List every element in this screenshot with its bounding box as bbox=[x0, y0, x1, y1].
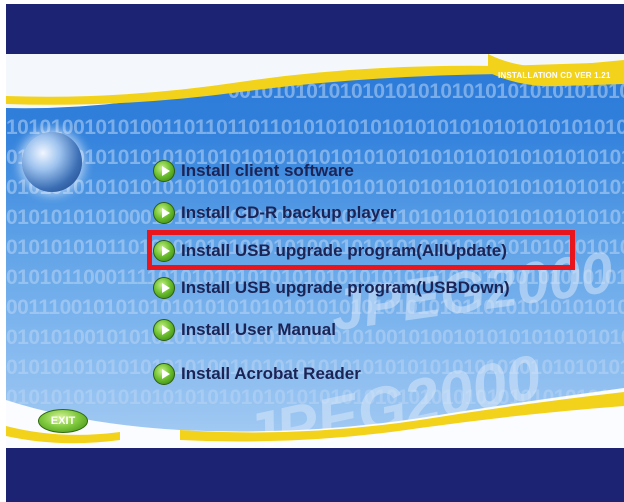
menu-item-install-acrobat-reader[interactable]: Install Acrobat Reader bbox=[153, 361, 361, 387]
play-arrow-icon[interactable] bbox=[153, 319, 175, 341]
selection-highlight bbox=[147, 230, 575, 270]
play-arrow-icon[interactable] bbox=[153, 277, 175, 299]
menu-item-install-client-software[interactable]: Install client software bbox=[153, 158, 354, 184]
play-arrow-icon[interactable] bbox=[153, 160, 175, 182]
menu-item-label: Install client software bbox=[181, 161, 354, 180]
globe-icon bbox=[22, 132, 82, 192]
menu-item-install-cdr-backup-player[interactable]: Install CD-R backup player bbox=[153, 200, 396, 226]
exit-button[interactable]: EXIT bbox=[38, 409, 88, 433]
version-label: INSTALLATION CD VER 1.21 bbox=[498, 71, 611, 80]
menu-item-label: Install USB upgrade program(USBDown) bbox=[181, 278, 510, 297]
installer-window: 0010101010101010101010101010101010101010… bbox=[0, 0, 624, 502]
menu-item-install-user-manual[interactable]: Install User Manual bbox=[153, 317, 336, 343]
menu-item-install-usb-upgrade-usbdown[interactable]: Install USB upgrade program(USBDown) bbox=[153, 275, 510, 301]
menu-item-label: Install Acrobat Reader bbox=[181, 364, 361, 383]
bottom-banner bbox=[6, 448, 624, 502]
play-arrow-icon[interactable] bbox=[153, 363, 175, 385]
menu-item-label: Install CD-R backup player bbox=[181, 203, 397, 222]
play-arrow-icon[interactable] bbox=[153, 202, 175, 224]
menu-item-label: Install User Manual bbox=[181, 320, 336, 339]
